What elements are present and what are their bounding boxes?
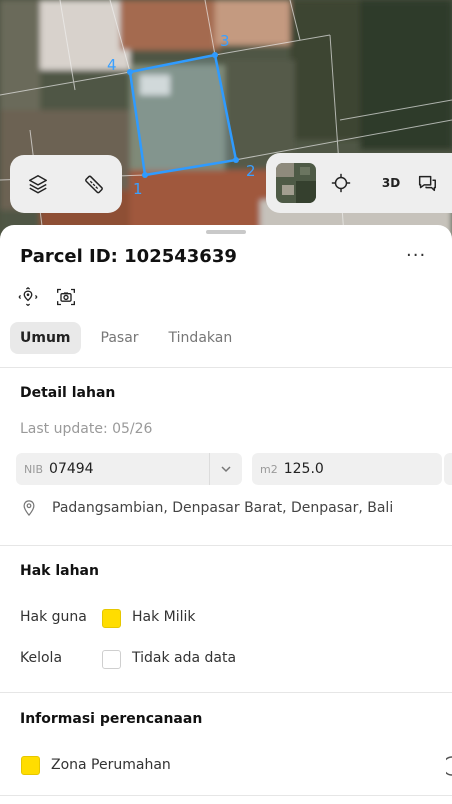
area-field[interactable]: m2 125.0 <box>252 453 442 485</box>
focus-location-icon <box>18 287 38 307</box>
corner-label-1: 1 <box>133 180 143 198</box>
address-row: Padangsambian, Denpasar Barat, Denpasar,… <box>20 499 393 517</box>
map-tools-left <box>10 155 122 213</box>
nib-value: 07494 <box>49 461 94 477</box>
last-update-text: Last update: 05/26 <box>20 421 153 437</box>
rights-swatch-empty <box>102 650 121 669</box>
info-icon[interactable] <box>446 756 452 776</box>
locate-button[interactable] <box>316 154 366 212</box>
sheet-drag-handle[interactable] <box>206 230 246 234</box>
map-tools-right: 3D <box>266 153 452 213</box>
rights-value-kelola: Tidak ada data <box>132 650 237 666</box>
view-3d-label: 3D <box>381 176 401 190</box>
zone-label[interactable]: Zona Perumahan <box>51 757 171 773</box>
layers-button[interactable] <box>10 155 66 213</box>
measure-button[interactable] <box>66 155 122 213</box>
divider <box>0 692 452 693</box>
divider <box>0 545 452 546</box>
screenshot-button[interactable] <box>56 287 76 311</box>
rights-value-hak-guna: Hak Milik <box>132 609 196 625</box>
divider <box>0 367 452 368</box>
tab-umum[interactable]: Umum <box>10 322 81 354</box>
extra-field[interactable] <box>444 453 452 485</box>
focus-location-button[interactable] <box>18 287 38 311</box>
rights-label-kelola: Kelola <box>20 650 63 666</box>
nib-dropdown-toggle[interactable] <box>209 453 242 485</box>
area-value: 125.0 <box>283 461 324 477</box>
nib-label: NIB <box>24 462 44 476</box>
parcel-title: Parcel ID: 102543639 <box>20 246 237 267</box>
chat-icon <box>418 175 436 192</box>
parcel-sheet: Parcel ID: 102543639 ··· Umum Pasar Tind… <box>0 225 452 804</box>
chevron-down-icon <box>221 466 231 473</box>
basemap-thumbnail[interactable] <box>276 163 316 203</box>
address-text: Padangsambian, Denpasar Barat, Denpasar,… <box>52 500 394 516</box>
detail-section-title: Detail lahan <box>20 385 116 401</box>
tab-pasar[interactable]: Pasar <box>91 322 149 354</box>
rights-section-title: Hak lahan <box>20 563 99 579</box>
rights-label-hak-guna: Hak guna <box>20 609 87 625</box>
divider <box>0 795 452 796</box>
rights-swatch-hak-milik <box>102 609 121 628</box>
tab-bar: Umum Pasar Tindakan <box>10 322 252 354</box>
ruler-icon <box>85 175 103 194</box>
layers-icon <box>29 175 47 194</box>
corner-label-4: 4 <box>107 56 117 74</box>
nib-field[interactable]: NIB 07494 <box>16 453 242 485</box>
corner-label-2: 2 <box>246 162 256 180</box>
satellite-thumbnail <box>276 163 316 203</box>
location-pin-icon <box>23 500 35 517</box>
more-options-button[interactable]: ··· <box>406 245 426 266</box>
corner-label-3: 3 <box>220 32 230 50</box>
chat-button[interactable] <box>416 154 446 212</box>
screenshot-icon <box>57 288 75 306</box>
view-3d-button[interactable]: 3D <box>366 154 416 212</box>
parcel-actions <box>18 287 76 311</box>
planning-section-title: Informasi perencanaan <box>20 711 203 727</box>
locate-icon <box>331 173 351 193</box>
tab-tindakan[interactable]: Tindakan <box>159 322 243 354</box>
area-unit-label: m2 <box>260 462 278 476</box>
zone-swatch <box>21 756 40 775</box>
